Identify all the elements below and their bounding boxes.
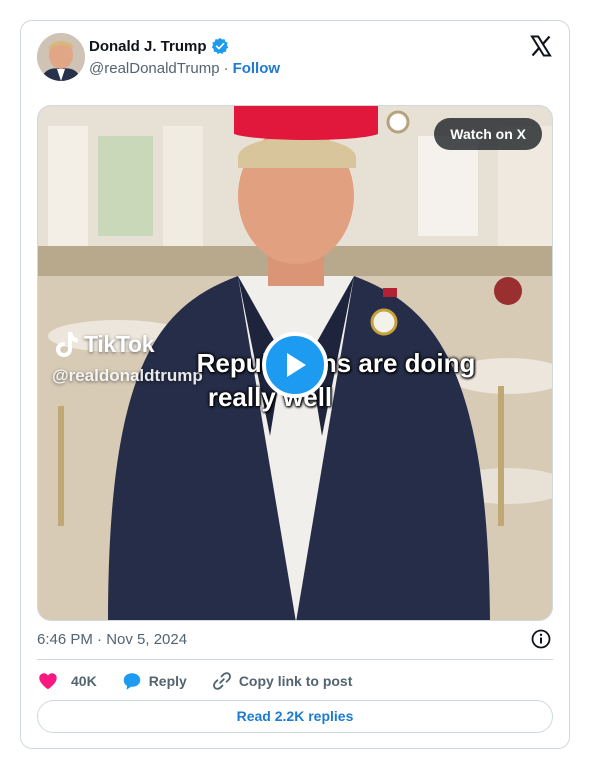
avatar[interactable]	[37, 33, 85, 81]
handle-row: @realDonaldTrump · Follow	[89, 60, 280, 77]
follow-link[interactable]: Follow	[233, 60, 281, 77]
divider	[37, 659, 553, 660]
handle-separator: ·	[223, 60, 229, 77]
author-name[interactable]: Donald J. Trump	[89, 38, 207, 55]
likes-count: 40K	[71, 673, 97, 689]
play-button[interactable]	[262, 332, 328, 398]
copy-link-label: Copy link to post	[238, 673, 353, 689]
author-handle[interactable]: @realDonaldTrump	[89, 60, 220, 77]
watch-on-x-button[interactable]: Watch on X	[434, 118, 542, 150]
action-bar: 40K Reply Copy link to post	[37, 669, 352, 693]
reply-button[interactable]: Reply	[121, 670, 187, 692]
timestamp-row: 6:46 PM · Nov 5, 2024	[37, 629, 553, 649]
author-name-row: Donald J. Trump	[89, 37, 229, 55]
heart-icon	[39, 673, 57, 690]
x-logo-icon[interactable]	[529, 34, 553, 58]
reply-label: Reply	[148, 673, 187, 689]
verified-badge-icon	[211, 37, 229, 55]
embedded-post-card: Donald J. Trump @realDonaldTrump · Follo…	[20, 20, 570, 749]
tiktok-logo-icon	[54, 330, 80, 358]
read-replies-button[interactable]: Read 2.2K replies	[37, 700, 553, 733]
info-icon[interactable]	[531, 629, 551, 649]
video-thumbnail[interactable]: Watch on X TikTok @realdonaldtrump Repub…	[37, 105, 553, 621]
like-button[interactable]: 40K	[37, 670, 97, 692]
speech-bubble-icon	[123, 673, 140, 690]
post-timestamp[interactable]: 6:46 PM · Nov 5, 2024	[37, 631, 187, 648]
link-icon	[212, 672, 231, 690]
copy-link-button[interactable]: Copy link to post	[211, 670, 353, 692]
play-icon	[287, 353, 306, 377]
